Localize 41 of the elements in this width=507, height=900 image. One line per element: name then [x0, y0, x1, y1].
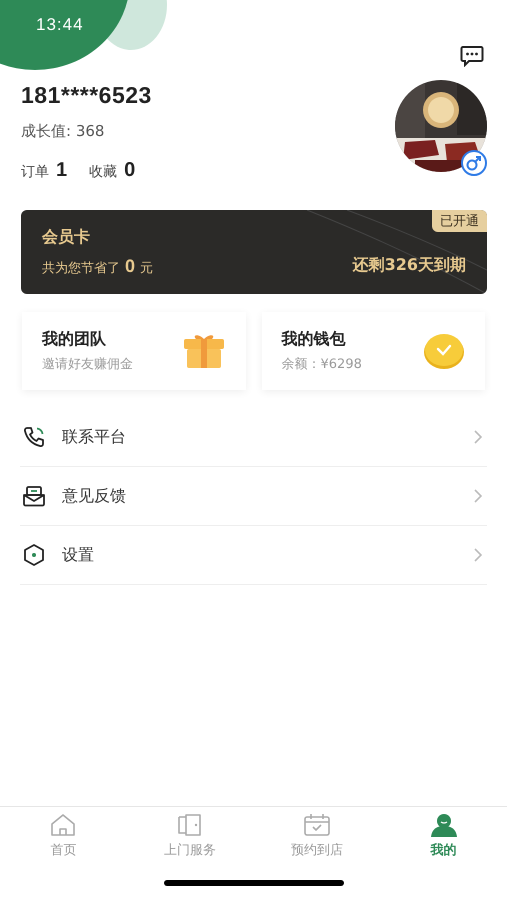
- chevron-icon: [473, 488, 483, 504]
- calendar-icon: [302, 813, 331, 837]
- savings-amount: 0: [125, 256, 136, 277]
- person-icon: [430, 813, 458, 837]
- member-card[interactable]: 已开通 会员卡 共为您节省了 0 元 还剩326天到期: [21, 210, 487, 294]
- home-indicator[interactable]: [164, 880, 344, 886]
- menu-item[interactable]: 设置: [20, 526, 487, 585]
- message-icon[interactable]: [460, 45, 484, 67]
- male-icon: [461, 150, 487, 176]
- stat-label: 订单: [21, 163, 49, 181]
- shortcut-card[interactable]: 我的钱包 余额：¥6298: [262, 312, 485, 390]
- coin-icon: [423, 332, 465, 370]
- shortcut-subtitle: 邀请好友赚佣金: [42, 356, 133, 373]
- chevron-icon: [473, 429, 483, 445]
- gift-icon: [182, 333, 226, 369]
- savings-unit: 元: [140, 260, 154, 277]
- status-badge: 已开通: [432, 210, 487, 232]
- stat-value[interactable]: 1: [56, 159, 68, 182]
- tab[interactable]: 我的: [380, 807, 507, 865]
- shortcut-title: 我的钱包: [282, 329, 346, 350]
- menu-label: 设置: [62, 544, 95, 566]
- phone-number: 181****6523: [21, 82, 152, 109]
- growth-value: 成长值: 368: [21, 122, 106, 141]
- shortcut-card[interactable]: 我的团队 邀请好友赚佣金: [22, 312, 246, 390]
- stat-label: 收藏: [89, 163, 118, 181]
- status-time: 13:44: [36, 15, 84, 35]
- menu-label: 联系平台: [62, 426, 127, 448]
- menu-item[interactable]: 意见反馈: [20, 467, 487, 526]
- card-title: 会员卡: [42, 227, 91, 248]
- expiry-text: 还剩326天到期: [352, 254, 466, 276]
- settings-icon: [22, 543, 46, 567]
- shortcut-title: 我的团队: [42, 329, 107, 350]
- stat-value[interactable]: 0: [124, 159, 136, 182]
- shortcut-subtitle: 余额：¥6298: [282, 356, 362, 373]
- chevron-icon: [473, 547, 483, 563]
- phone-icon: [22, 425, 46, 449]
- savings-label: 共为您节省了: [42, 260, 120, 277]
- home-icon: [49, 813, 78, 837]
- menu-label: 意见反馈: [62, 486, 127, 506]
- inbox-icon: [22, 484, 46, 508]
- menu-item[interactable]: 联系平台: [20, 408, 487, 467]
